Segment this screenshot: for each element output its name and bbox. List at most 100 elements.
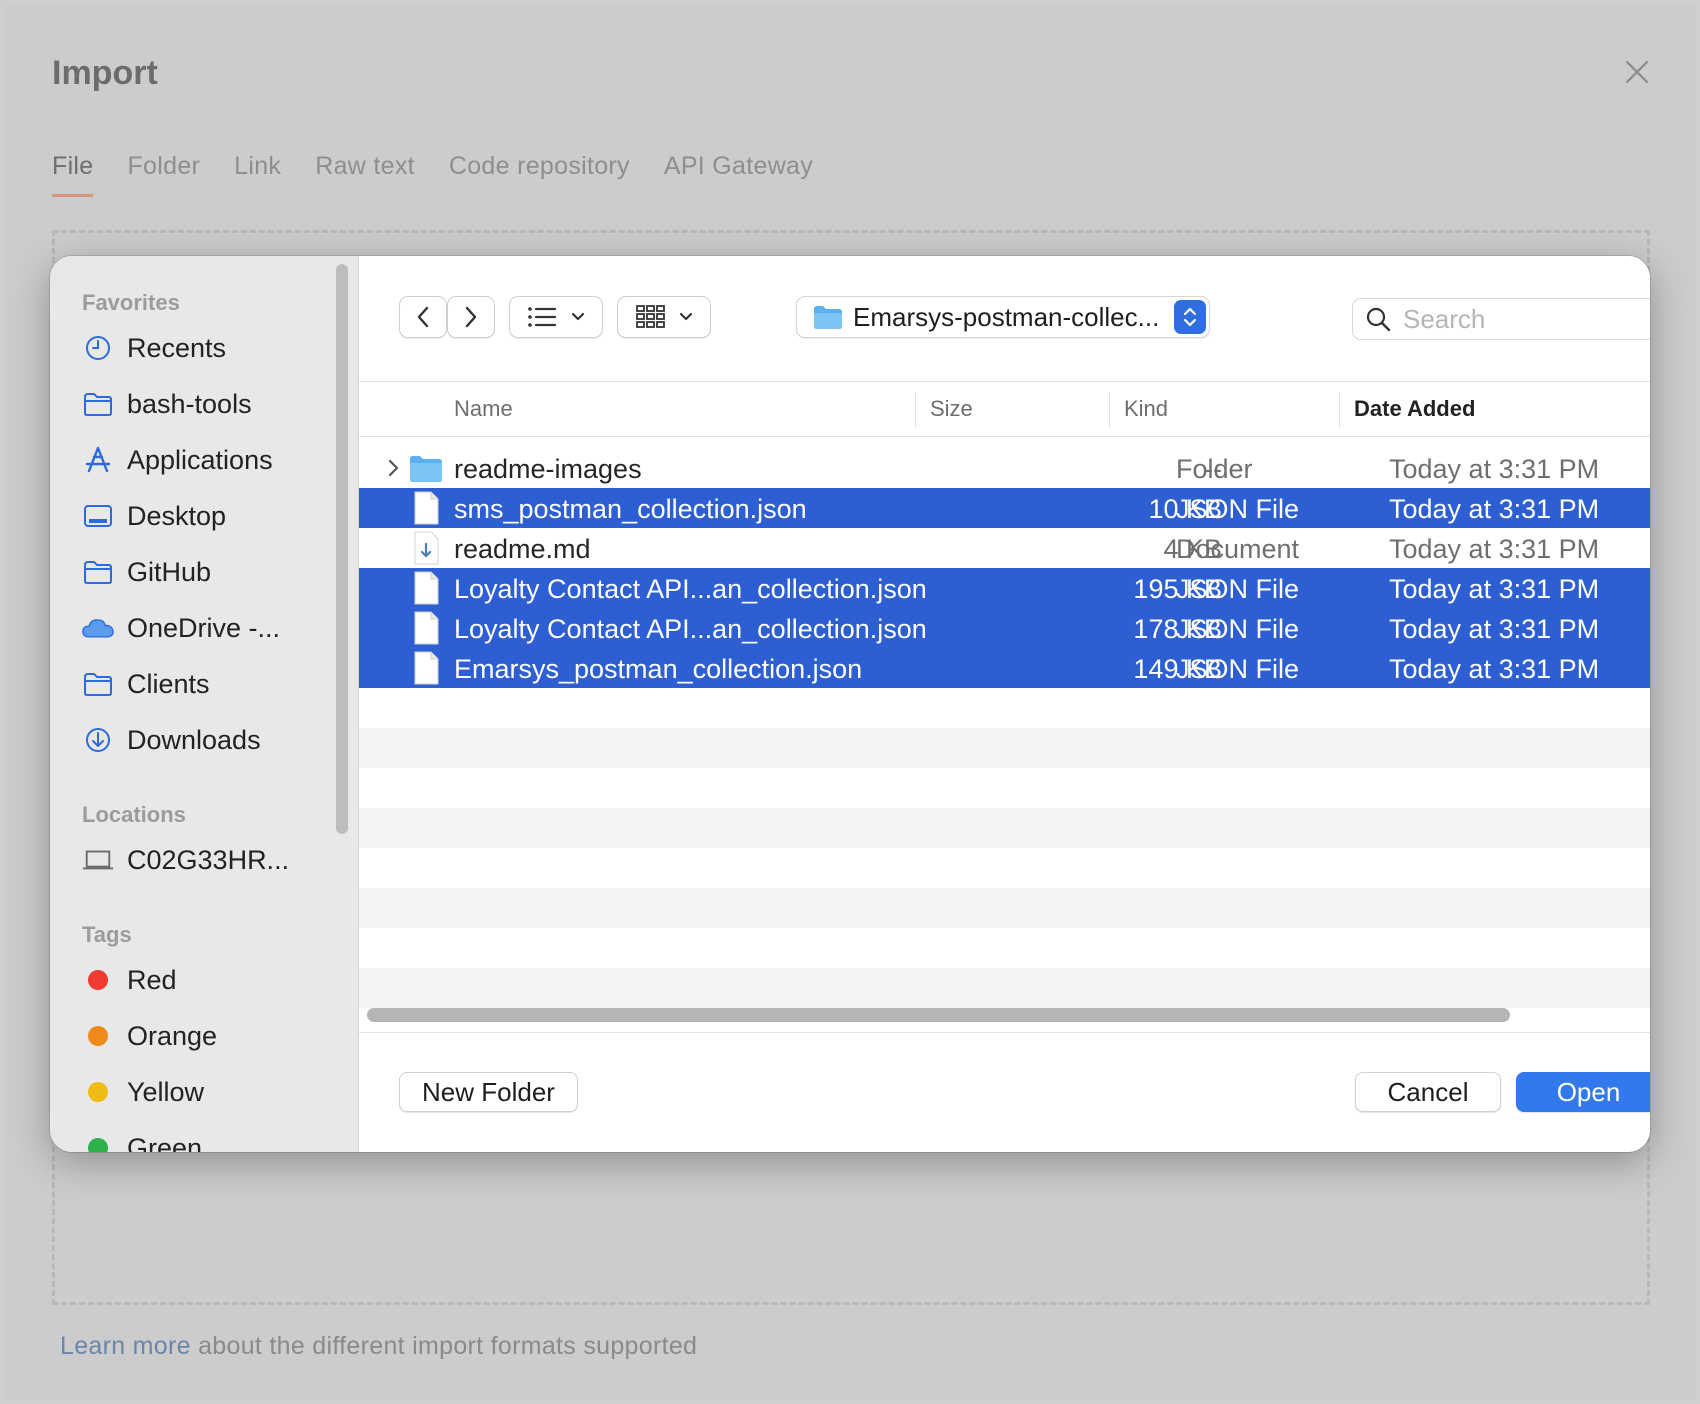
tag-dot-icon [88, 1138, 108, 1152]
tag-dot-icon [88, 1082, 108, 1102]
document-icon [414, 491, 439, 525]
file-date: Today at 3:31 PM [1389, 654, 1600, 684]
sidebar-item-label: Yellow [127, 1076, 205, 1107]
file-row[interactable]: readme-images -- Folder Today at 3:31 PM [359, 448, 1650, 488]
disclosure-chevron-icon[interactable] [386, 456, 402, 480]
file-row[interactable]: sms_postman_collection.json 10 KB JSON F… [359, 488, 1650, 528]
learn-more-description: about the different import formats suppo… [190, 1332, 698, 1360]
sidebar-tag-green[interactable]: Green [82, 1128, 202, 1152]
file-name: Loyalty Contact API...an_collection.json [454, 574, 927, 604]
search-field[interactable] [1352, 298, 1650, 340]
chevron-right-icon [465, 306, 477, 328]
search-icon [1366, 307, 1391, 332]
folder-icon [82, 668, 114, 700]
document-icon [414, 571, 439, 605]
column-name[interactable]: Name [454, 396, 513, 422]
column-size[interactable]: Size [930, 396, 973, 422]
cancel-button[interactable]: Cancel [1355, 1072, 1501, 1112]
sidebar-item-label: Orange [127, 1020, 218, 1051]
file-date: Today at 3:31 PM [1389, 454, 1600, 484]
empty-row [359, 728, 1650, 768]
column-kind[interactable]: Kind [1124, 396, 1168, 422]
column-date-added[interactable]: Date Added [1354, 396, 1475, 422]
group-by-button[interactable] [617, 296, 711, 338]
sidebar-item-bash-tools[interactable]: bash-tools [82, 384, 252, 424]
file-name: Emarsys_postman_collection.json [454, 654, 863, 684]
sidebar-item-label: Red [127, 964, 177, 995]
download-icon [82, 724, 114, 756]
tag-dot-icon [88, 970, 108, 990]
empty-row [359, 808, 1650, 848]
chevron-down-icon [679, 312, 693, 321]
sidebar-item-computer[interactable]: C02G33HR... [82, 840, 289, 880]
view-mode-button[interactable] [509, 296, 603, 338]
search-input[interactable] [1401, 302, 1635, 336]
sidebar-item-label: Applications [127, 444, 273, 475]
folder-icon [814, 306, 842, 329]
sidebar-item-label: Downloads [127, 724, 261, 755]
back-button[interactable] [399, 296, 447, 338]
sidebar-item-label: C02G33HR... [127, 844, 290, 875]
sidebar-item-downloads[interactable]: Downloads [82, 720, 261, 760]
location-popup[interactable]: Emarsys-postman-collec... [796, 296, 1210, 338]
file-name: sms_postman_collection.json [454, 494, 807, 524]
tab-raw-text[interactable]: Raw text [315, 152, 415, 202]
tab-code-repository[interactable]: Code repository [449, 152, 630, 202]
tab-link[interactable]: Link [234, 152, 281, 202]
sidebar-item-applications[interactable]: Applications [82, 440, 273, 480]
chevron-down-icon [571, 312, 585, 321]
file-name: readme.md [454, 534, 591, 564]
learn-more-text: Learn more about the different import fo… [60, 1332, 697, 1361]
locations-heading: Locations [82, 802, 186, 827]
file-kind: JSON File [1176, 494, 1300, 524]
popup-stepper-icon [1174, 300, 1206, 334]
sidebar-item-onedrive[interactable]: OneDrive -... [82, 608, 280, 648]
sidebar-tag-yellow[interactable]: Yellow [82, 1072, 204, 1112]
sidebar-item-recents[interactable]: Recents [82, 328, 226, 368]
file-kind: Folder [1176, 454, 1253, 484]
favorites-heading: Favorites [82, 290, 180, 315]
column-headers: Name Size Kind Date Added [359, 382, 1650, 437]
tab-api-gateway[interactable]: API Gateway [664, 152, 813, 202]
folder-icon [410, 456, 442, 482]
tab-folder[interactable]: Folder [127, 152, 200, 202]
markdown-file-icon [414, 531, 439, 565]
empty-row [359, 888, 1650, 928]
file-row[interactable]: Loyalty Contact API...an_collection.json… [359, 568, 1650, 608]
sidebar-item-label: bash-tools [127, 388, 252, 419]
sidebar-scrollbar[interactable] [336, 264, 348, 834]
file-row[interactable]: Emarsys_postman_collection.json 149 KB J… [359, 648, 1650, 688]
sidebar-tag-orange[interactable]: Orange [82, 1016, 217, 1056]
file-open-dialog: Favorites Recents bash-tools Application… [50, 256, 1650, 1152]
sidebar-item-github[interactable]: GitHub [82, 552, 211, 592]
horizontal-scrollbar[interactable] [367, 1008, 1510, 1022]
import-title: Import [52, 54, 158, 92]
file-kind: JSON File [1176, 654, 1300, 684]
sidebar-item-label: Green [127, 1132, 203, 1153]
file-kind: JSON File [1176, 614, 1300, 644]
learn-more-link[interactable]: Learn more [60, 1332, 191, 1360]
sidebar-item-clients[interactable]: Clients [82, 664, 210, 704]
chevron-left-icon [417, 306, 429, 328]
sidebar-item-label: Clients [127, 668, 210, 699]
tab-file[interactable]: File [52, 152, 94, 202]
empty-row [359, 968, 1650, 1008]
applications-icon [82, 444, 114, 476]
cloud-icon [82, 612, 114, 644]
folder-icon [82, 388, 114, 420]
grid-icon [636, 305, 665, 328]
file-date: Today at 3:31 PM [1389, 574, 1600, 604]
sidebar-item-desktop[interactable]: Desktop [82, 496, 226, 536]
tags-heading: Tags [82, 922, 132, 947]
file-row[interactable]: Loyalty Contact API...an_collection.json… [359, 608, 1650, 648]
close-icon[interactable] [1623, 58, 1651, 86]
import-tabs: File Folder Link Raw text Code repositor… [52, 152, 813, 202]
forward-button[interactable] [447, 296, 495, 338]
clock-icon [82, 332, 114, 364]
sidebar-tag-red[interactable]: Red [82, 960, 177, 1000]
open-button[interactable]: Open [1516, 1072, 1650, 1112]
file-row[interactable]: readme.md 4 KB Document Today at 3:31 PM [359, 528, 1650, 568]
laptop-icon [82, 844, 114, 876]
new-folder-button[interactable]: New Folder [399, 1072, 578, 1112]
location-label: Emarsys-postman-collec... [853, 301, 1160, 332]
